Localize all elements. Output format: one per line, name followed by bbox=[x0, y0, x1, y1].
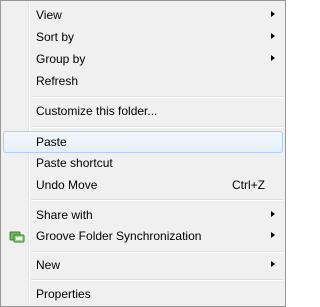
menu-item-label: Groove Folder Synchronization bbox=[36, 229, 202, 243]
menu-item-sort-by[interactable]: Sort by bbox=[3, 26, 283, 48]
submenu-arrow-icon bbox=[271, 232, 275, 238]
menu-item-label: Customize this folder... bbox=[36, 104, 158, 118]
menu-item-label: Share with bbox=[36, 208, 93, 222]
menu-separator bbox=[31, 199, 283, 201]
menu-item-label: Paste shortcut bbox=[36, 156, 113, 170]
menu-item-refresh[interactable]: Refresh bbox=[3, 70, 283, 92]
menu-item-share-with[interactable]: Share with bbox=[3, 204, 283, 226]
submenu-arrow-icon bbox=[271, 261, 275, 267]
menu-item-paste[interactable]: Paste bbox=[3, 131, 283, 153]
menu-item-label: Refresh bbox=[36, 74, 79, 88]
submenu-arrow-icon bbox=[271, 33, 275, 39]
menu-item-label: Group by bbox=[36, 52, 86, 66]
menu-item-label: Properties bbox=[36, 287, 91, 301]
menu-item-label: New bbox=[36, 258, 61, 272]
menu-item-properties[interactable]: Properties bbox=[3, 283, 283, 305]
context-menu: View Sort by Group by Refresh Customize … bbox=[0, 0, 286, 307]
menu-separator bbox=[31, 251, 283, 253]
submenu-arrow-icon bbox=[271, 211, 275, 217]
menu-item-undo-move[interactable]: Undo Move Ctrl+Z bbox=[3, 174, 283, 196]
menu-separator bbox=[31, 96, 283, 98]
menu-item-label: Undo Move bbox=[36, 178, 98, 192]
submenu-arrow-icon bbox=[271, 11, 275, 17]
submenu-arrow-icon bbox=[271, 55, 275, 61]
menu-item-groove-folder-sync[interactable]: Groove Folder Synchronization bbox=[3, 225, 283, 247]
menu-item-new[interactable]: New bbox=[3, 254, 283, 276]
menu-item-paste-shortcut[interactable]: Paste shortcut bbox=[3, 152, 283, 174]
menu-separator bbox=[31, 126, 283, 128]
menu-item-view[interactable]: View bbox=[3, 4, 283, 26]
menu-item-customize-folder[interactable]: Customize this folder... bbox=[3, 100, 283, 122]
menu-item-label: Sort by bbox=[36, 30, 75, 44]
groove-sync-icon bbox=[9, 229, 25, 243]
menu-item-label: View bbox=[36, 8, 62, 22]
menu-item-group-by[interactable]: Group by bbox=[3, 48, 283, 70]
menu-separator bbox=[31, 279, 283, 281]
menu-item-shortcut: Ctrl+Z bbox=[232, 178, 265, 192]
menu-item-label: Paste bbox=[36, 135, 67, 149]
